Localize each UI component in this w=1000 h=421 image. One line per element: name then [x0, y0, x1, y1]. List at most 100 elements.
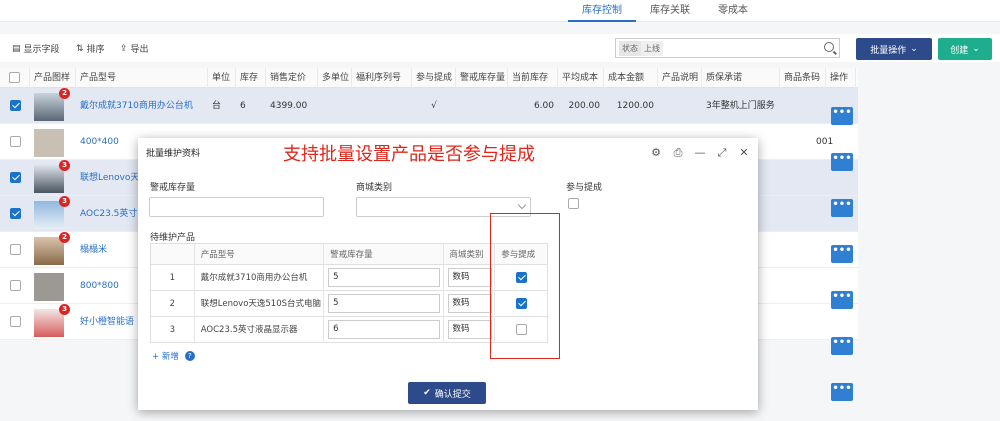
product-thumbnail: 3: [34, 196, 70, 229]
col-header: 库存: [236, 68, 266, 88]
sub-table-row: 3 AOC23.5英寸液晶显示器 6 数码: [150, 316, 548, 343]
col-header: 单位: [208, 68, 236, 88]
warn-stock-label: 警戒库存量: [150, 183, 196, 193]
row-checkbox[interactable]: [9, 315, 21, 327]
warn-stock-input[interactable]: [149, 197, 324, 217]
row-index: 3: [151, 316, 195, 343]
sub-category-value: 数码: [452, 271, 470, 282]
sort-label: 排序: [86, 45, 105, 55]
batch-operation-label: 批量操作: [870, 45, 907, 56]
col-header: 福利序列号: [352, 68, 412, 88]
pending-products-table: 产品型号 警戒库存量 商城类别 参与提成 1 戴尔成就3710商用办公台机 5 …: [150, 243, 548, 343]
row-checkbox[interactable]: [9, 171, 21, 183]
toolbar: ▤ 显示字段 ⇅ 排序 ⇪ 导出 状态 上线: [0, 34, 1000, 62]
select-all-checkbox[interactable]: [9, 72, 20, 83]
dialog-title: 批量维护资料: [146, 149, 201, 159]
search-icon[interactable]: [824, 42, 834, 52]
settings-icon[interactable]: ⚙: [650, 146, 662, 160]
search-input[interactable]: 状态 上线: [615, 38, 840, 58]
batch-operation-button[interactable]: 批量操作 ⌄: [856, 38, 932, 60]
image-count-badge: 2: [59, 88, 70, 99]
row-checkbox[interactable]: [9, 207, 21, 219]
product-thumbnail: 3: [34, 304, 70, 337]
image-count-badge: 3: [59, 160, 70, 171]
top-tabs: 库存控制 库存关联 零成本: [0, 0, 1000, 22]
current-stock-cell: 6.00: [533, 100, 554, 111]
row-checkbox[interactable]: [9, 135, 21, 147]
select-all-cell[interactable]: [0, 68, 30, 88]
create-button[interactable]: 创建 ⌄: [938, 38, 992, 60]
row-more-button[interactable]: •••: [831, 291, 853, 309]
col-header: 产品型号: [76, 68, 208, 88]
sub-table-header: 产品型号 警戒库存量 商城类别 参与提成: [150, 243, 548, 265]
col-header: 多单位: [318, 68, 352, 88]
tab-zero-cost[interactable]: 零成本: [704, 0, 762, 22]
export-button[interactable]: ⇪ 导出: [120, 42, 149, 56]
col-header: 成本金额: [604, 68, 658, 88]
row-more-button[interactable]: •••: [831, 199, 853, 217]
warranty-cell: 3年整机上门服务: [706, 100, 775, 111]
row-checkbox[interactable]: [9, 243, 21, 255]
chevron-down-icon: ⌄: [972, 44, 980, 54]
sub-category-select[interactable]: 数码: [447, 293, 492, 313]
minimize-icon[interactable]: —: [694, 146, 706, 160]
submit-button[interactable]: ✔ 确认提交: [408, 382, 486, 404]
unit-cell: 台: [212, 100, 222, 111]
product-thumbnail: [34, 129, 64, 157]
upload-icon: ⇪: [120, 43, 128, 54]
add-product-link[interactable]: + 新增 ?: [152, 350, 195, 362]
row-more-button[interactable]: •••: [831, 153, 853, 171]
col-header: 产品型号: [195, 244, 325, 264]
category-label: 商城类别: [356, 183, 393, 193]
row-checkbox[interactable]: [9, 279, 21, 291]
sub-category-select[interactable]: 数码: [447, 267, 492, 287]
maximize-icon[interactable]: ⤢: [716, 146, 728, 160]
batch-maintain-dialog: 批量维护资料 支持批量设置产品是否参与提成 ⚙ ⎙ — ⤢ ✕ 警戒库存量 商城…: [138, 138, 758, 410]
stock-cell: 6: [240, 100, 246, 111]
product-thumbnail: 2: [34, 232, 70, 265]
sub-table-row: 1 戴尔成就3710商用办公台机 5 数码: [150, 264, 548, 291]
tab-inventory-control[interactable]: 库存控制: [568, 0, 636, 22]
col-header: 平均成本: [558, 68, 604, 88]
commission-checkbox[interactable]: [568, 198, 579, 209]
sub-stock-input[interactable]: 6: [328, 319, 441, 339]
col-header: 产品图样: [30, 68, 76, 88]
col-header: 产品说明: [658, 68, 702, 88]
col-header: 当前库存: [508, 68, 558, 88]
commission-cell: √: [431, 100, 437, 111]
product-thumbnail: [34, 273, 64, 301]
product-thumbnail: 3: [34, 160, 70, 193]
tab-inventory-link[interactable]: 库存关联: [636, 0, 704, 22]
row-checkbox[interactable]: [9, 99, 21, 111]
close-icon[interactable]: ✕: [738, 146, 750, 160]
row-more-button[interactable]: •••: [831, 107, 853, 125]
help-icon[interactable]: ?: [184, 351, 195, 361]
row-more-button[interactable]: •••: [831, 337, 853, 355]
sub-category-value: 数码: [452, 323, 470, 334]
product-thumbnail: 2: [34, 88, 70, 121]
sub-model-cell: 戴尔成就3710商用办公台机: [195, 264, 325, 291]
avg-cost-cell: 200.00: [568, 100, 601, 111]
image-count-badge: 2: [59, 232, 70, 243]
row-more-button[interactable]: •••: [831, 245, 853, 263]
col-header: 商品条码: [780, 68, 826, 88]
sub-category-value: 数码: [452, 297, 470, 308]
search-tag-online[interactable]: 上线: [641, 40, 663, 56]
sort-button[interactable]: ⇅ 排序: [76, 42, 105, 56]
chevron-down-icon: [517, 200, 527, 210]
sub-stock-input[interactable]: 5: [328, 293, 441, 313]
sub-stock-input[interactable]: 5: [328, 267, 441, 287]
product-model-link[interactable]: 戴尔成就3710商用办公台机: [76, 88, 208, 124]
row-index: 2: [151, 290, 195, 317]
table-row[interactable]: 2 戴尔成就3710商用办公台机 台 6 4399.00 √ 6.00 200.…: [0, 88, 858, 124]
row-more-button[interactable]: •••: [831, 383, 853, 401]
sub-model-cell: AOC23.5英寸液晶显示器: [195, 316, 325, 343]
row-index: 1: [151, 264, 195, 291]
search-tag-status[interactable]: 状态: [619, 40, 641, 56]
print-icon[interactable]: ⎙: [672, 146, 684, 160]
image-count-badge: 3: [59, 196, 70, 207]
table-header: 产品图样 产品型号 单位 库存 销售定价 多单位 福利序列号 参与提成 警戒库存…: [0, 68, 858, 88]
sub-category-select[interactable]: 数码: [447, 319, 492, 339]
sub-model-cell: 联想Lenovo天逸510S台式电脑: [195, 290, 325, 317]
display-fields-button[interactable]: ▤ 显示字段: [12, 42, 60, 56]
